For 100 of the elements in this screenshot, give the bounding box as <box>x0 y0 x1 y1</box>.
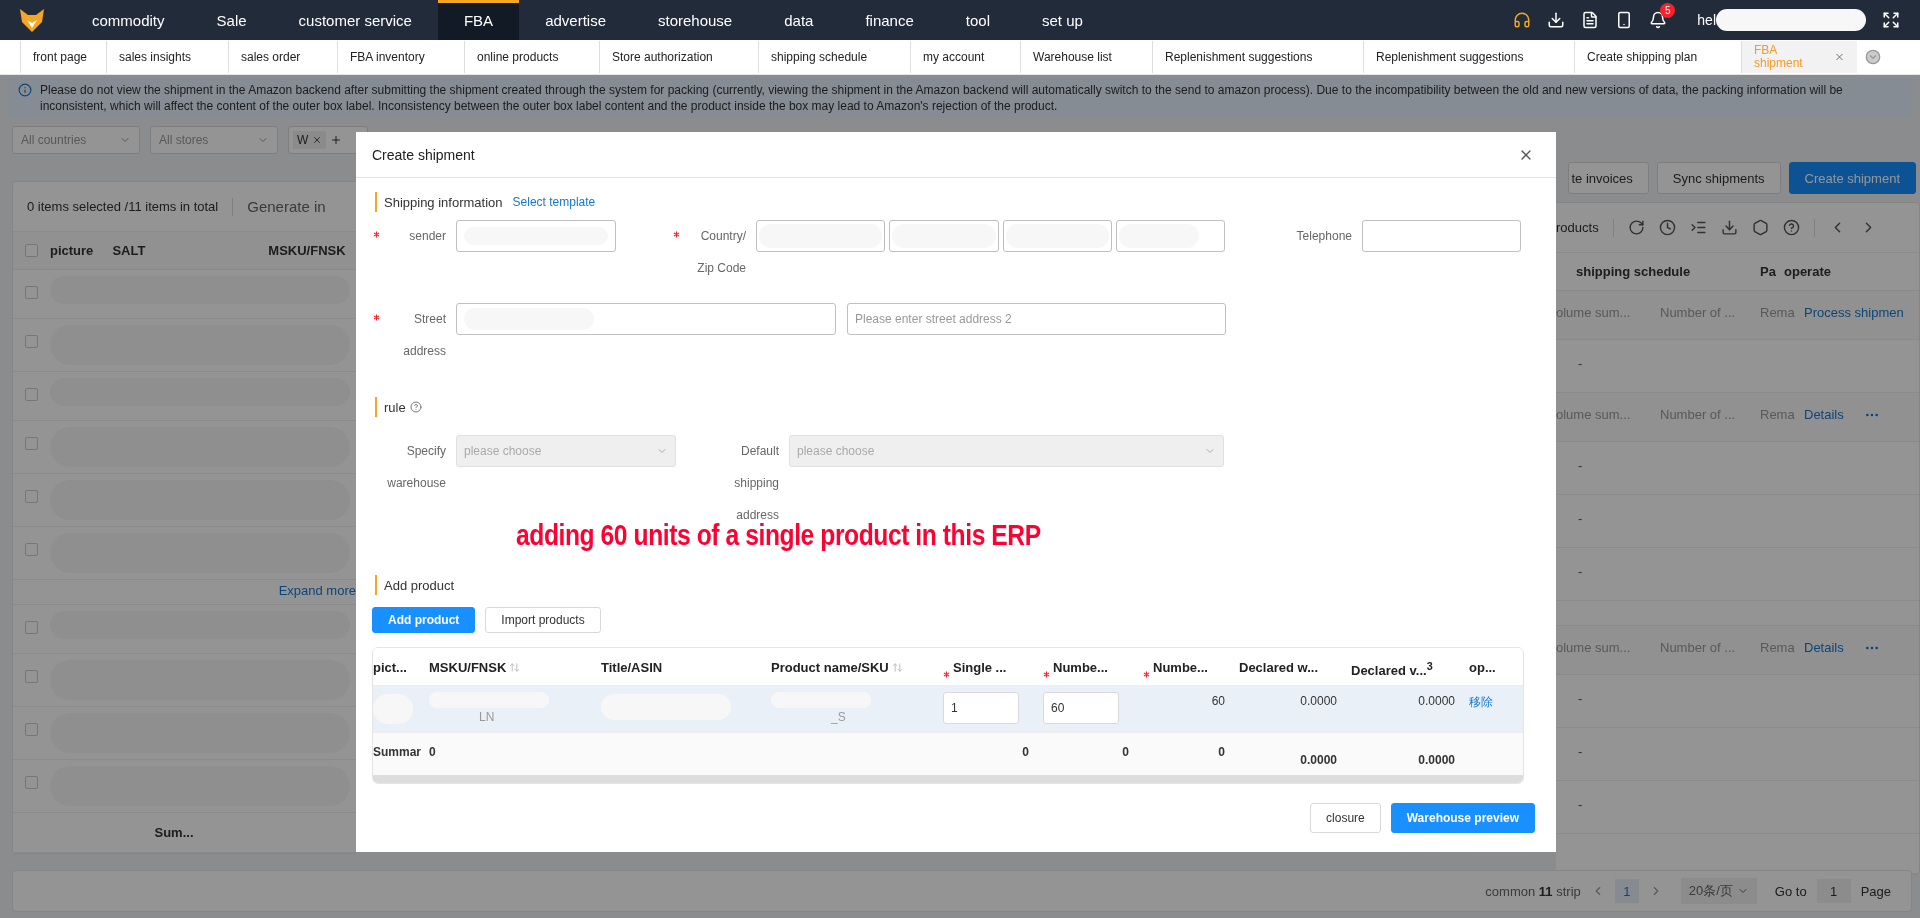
checkbox[interactable] <box>25 388 38 401</box>
table-cell-text: - <box>1577 797 1584 812</box>
nav-menu-item[interactable]: FBA <box>437 0 520 40</box>
info-icon <box>18 83 32 97</box>
nav-menu-item[interactable]: commodity <box>66 0 191 40</box>
checkbox[interactable] <box>25 621 38 634</box>
column-header: op... <box>1469 660 1496 675</box>
page-tab[interactable]: FBA inventory <box>337 41 464 73</box>
headset-icon[interactable] <box>1513 11 1532 29</box>
checkbox[interactable] <box>25 543 38 556</box>
table-cell-text: 0 <box>1021 744 1030 759</box>
column-header: operate <box>1784 264 1832 279</box>
settings-icon[interactable] <box>1751 219 1769 236</box>
column-header: Numbe... <box>1053 660 1108 675</box>
dropdown-icon[interactable] <box>1865 49 1881 65</box>
table-cell-text: 0.0000 <box>1417 752 1456 767</box>
page-tab[interactable]: front page <box>20 41 106 73</box>
table-cell-text: Rema <box>1760 640 1796 655</box>
dialog-button[interactable]: closure <box>1310 803 1381 833</box>
remove-link[interactable]: 移除 <box>1469 695 1493 709</box>
table-cell-text: - <box>1577 691 1584 706</box>
products-button[interactable]: roducts <box>1556 220 1599 235</box>
nav-menu-item[interactable]: set up <box>1016 0 1109 40</box>
required-icon <box>373 314 380 321</box>
checkbox[interactable] <box>25 335 38 348</box>
section-title: Add product <box>384 577 455 593</box>
checkbox[interactable] <box>25 670 38 683</box>
field-label: Specify warehouse <box>386 443 446 492</box>
nav-menu-item[interactable]: customer service <box>272 0 438 40</box>
nav-menu-item[interactable]: storehouse <box>632 0 759 40</box>
goto-label: Go to <box>1774 883 1807 899</box>
column-header: Single ... <box>953 660 1007 675</box>
page-input[interactable]: 1 <box>1816 879 1851 903</box>
page-tab[interactable]: Warehouse list <box>1020 41 1152 73</box>
download-icon[interactable] <box>1547 11 1566 29</box>
summary-label: Summar <box>373 744 423 759</box>
field-label: Country/ Zip Code <box>696 228 746 277</box>
required-icon <box>1143 671 1150 678</box>
column-header: Pa <box>1760 264 1777 279</box>
table-cell-text: - <box>1577 511 1584 526</box>
checkbox[interactable] <box>25 244 38 257</box>
select-template-link[interactable]: Select template <box>512 195 596 209</box>
column-header: Title/ASIN <box>601 660 663 675</box>
fullscreen-icon[interactable] <box>1882 11 1900 29</box>
street-address-field[interactable] <box>456 303 836 335</box>
page-tab[interactable]: Replenishment suggestions <box>1152 41 1363 73</box>
nav-menu-item[interactable]: advertise <box>519 0 632 40</box>
quantity-field[interactable]: 60 <box>1043 692 1119 724</box>
zip-field[interactable] <box>1116 220 1225 252</box>
nav-menu-item[interactable]: tool <box>939 0 1016 40</box>
table-cell-text: olume sum... <box>1556 407 1632 422</box>
notice-text: Please do not view the shipment in the Amazon backend after submitting the shipment created through the system for packing (currently, viewing the shipment in the Amazon backend will automatically switch to the send to amazon process). Due to the incompatibility between the old and new versions of data, the packing information will be inconsistent, which will affect the content of the outer box label. Inconsistency between the outer box label content and the product inside the box may lead to Amazon's rejection of the product. <box>40 83 1843 113</box>
refresh-icon[interactable] <box>1627 219 1645 236</box>
page-tab[interactable]: sales order <box>228 41 337 73</box>
product-button[interactable]: Import products <box>485 607 601 633</box>
checkbox[interactable] <box>25 490 38 503</box>
document-icon[interactable] <box>1581 11 1600 29</box>
filter-tag: W <box>293 131 327 149</box>
plus-icon[interactable] <box>330 134 343 146</box>
column-header: Product name/SKU <box>771 660 889 675</box>
sort-icon[interactable] <box>891 662 903 673</box>
table-cell-text: 60 <box>1210 693 1226 708</box>
close-icon[interactable] <box>312 135 323 145</box>
generate-button[interactable]: Generate in <box>247 198 326 215</box>
table-cell-text: Rema <box>1760 407 1796 422</box>
scrollbar[interactable] <box>373 775 1523 783</box>
nav-menu-item[interactable]: data <box>758 0 840 40</box>
table-cell-text: 0 <box>429 744 437 759</box>
checkbox[interactable] <box>25 723 38 736</box>
nav-menu-item[interactable]: Sale <box>190 0 273 40</box>
nav-menu-item[interactable]: finance <box>839 0 940 40</box>
checkbox[interactable] <box>25 437 38 450</box>
column-header: shipping schedule <box>1575 264 1692 279</box>
help-icon[interactable] <box>1782 219 1800 236</box>
column-header: Numbe... <box>1153 660 1208 675</box>
telephone-field[interactable] <box>1362 220 1521 252</box>
help-icon[interactable] <box>409 401 422 413</box>
page-tab[interactable]: shipping schedule <box>758 41 910 73</box>
required-icon <box>673 231 680 238</box>
page-tab[interactable]: Store authorization <box>599 41 758 73</box>
action-button[interactable]: te invoices <box>1568 162 1649 194</box>
action-button[interactable]: Sync shipments <box>1656 162 1781 194</box>
page-tab[interactable]: sales insights <box>106 41 228 73</box>
page-tab[interactable]: Replenishment suggestions <box>1363 41 1574 73</box>
checkbox[interactable] <box>25 776 38 789</box>
dialog-title: Create shipment <box>372 146 475 163</box>
required-icon <box>943 671 950 678</box>
sender-field[interactable] <box>456 220 616 252</box>
required-icon <box>373 231 380 238</box>
checkbox[interactable] <box>25 286 38 299</box>
quantity-field[interactable]: 1 <box>943 692 1019 724</box>
sort-icon[interactable] <box>509 662 521 673</box>
page-tab[interactable]: my account <box>910 41 1020 73</box>
page-label: Page <box>1860 883 1891 899</box>
indent-icon[interactable] <box>1689 219 1707 236</box>
field-label: Street address <box>402 311 446 360</box>
page-tab[interactable]: online products <box>464 41 599 73</box>
table-cell-text: Number of ... <box>1660 305 1737 320</box>
user-name[interactable]: hel <box>1697 12 1716 28</box>
clock-icon[interactable] <box>1658 219 1676 236</box>
